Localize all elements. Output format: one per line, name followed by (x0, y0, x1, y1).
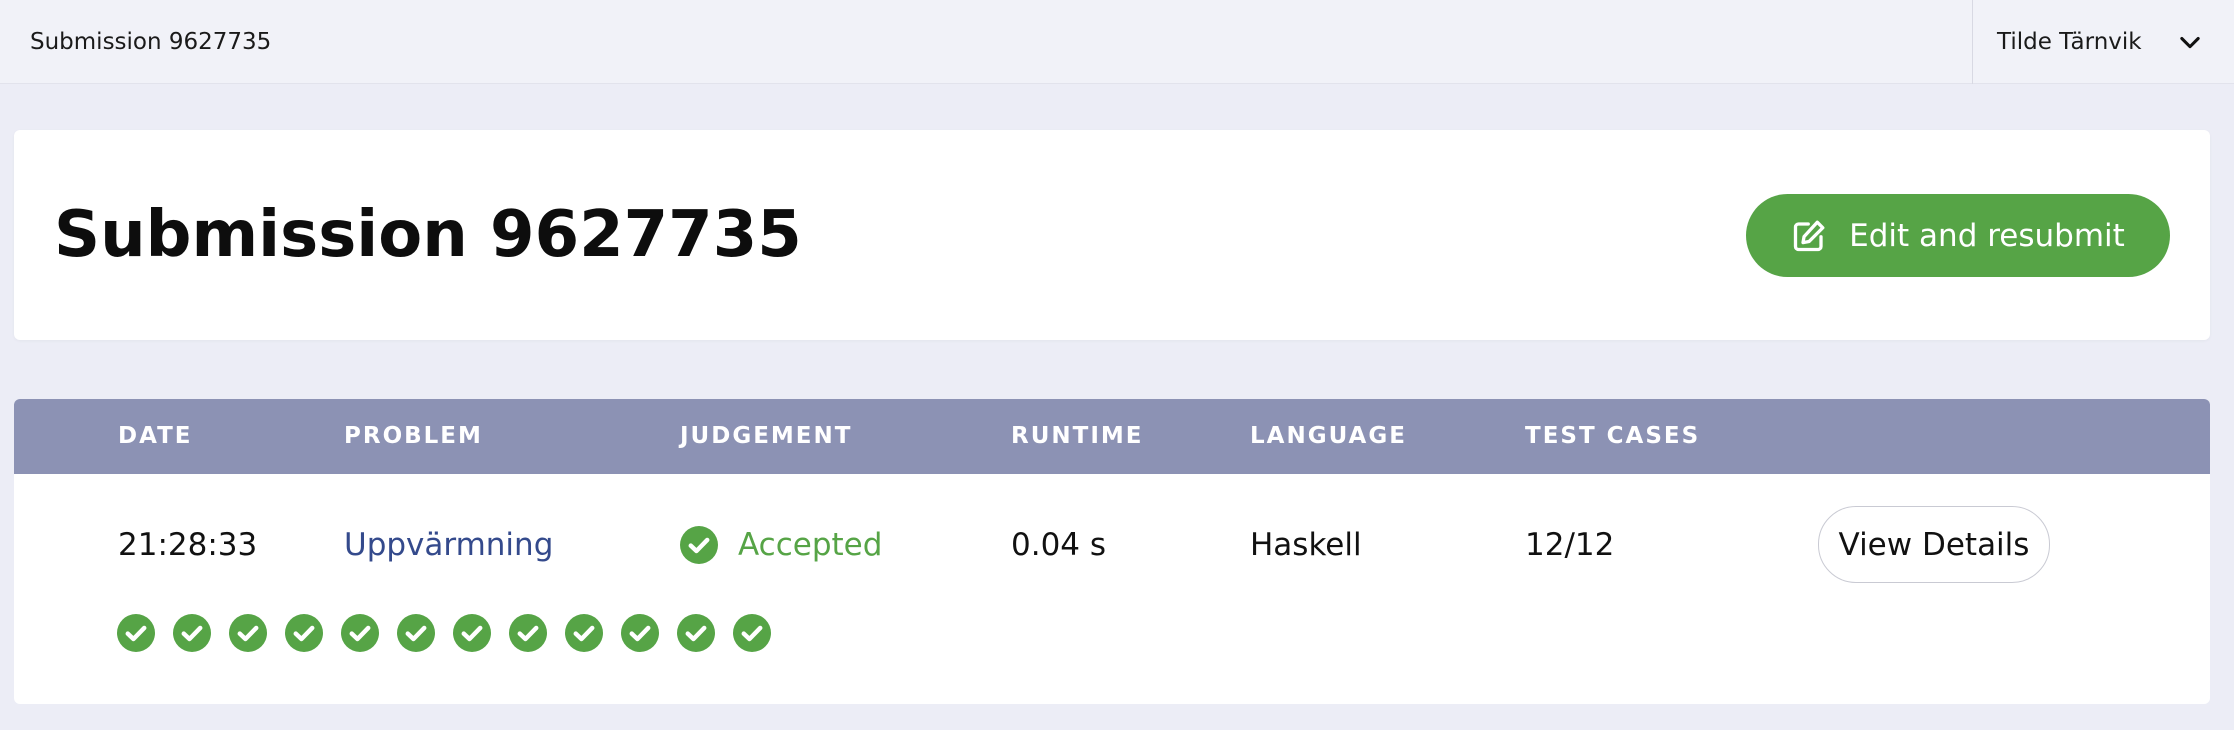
test-case-accepted-icon[interactable] (509, 614, 547, 652)
edit-and-resubmit-label: Edit and resubmit (1849, 217, 2125, 254)
test-case-results (117, 614, 771, 652)
column-header-runtime: RUNTIME (1011, 423, 1144, 449)
column-header-date: DATE (118, 423, 193, 449)
column-header-test-cases: TEST CASES (1525, 423, 1701, 449)
runtime-value: 0.04 s (1011, 527, 1107, 563)
submission-date: 21:28:33 (118, 527, 258, 563)
table-header: DATE PROBLEM JUDGEMENT RUNTIME LANGUAGE … (14, 399, 2210, 474)
test-case-accepted-icon[interactable] (341, 614, 379, 652)
submission-table: DATE PROBLEM JUDGEMENT RUNTIME LANGUAGE … (14, 399, 2210, 704)
top-bar: Submission 9627735 Tilde Tärnvik (0, 0, 2234, 84)
column-header-judgement: JUDGEMENT (680, 423, 853, 449)
user-name: Tilde Tärnvik (1997, 29, 2142, 55)
test-cases-value: 12/12 (1525, 527, 1615, 563)
language-value: Haskell (1250, 527, 1362, 563)
test-case-accepted-icon[interactable] (453, 614, 491, 652)
problem-link[interactable]: Uppvärmning (344, 527, 553, 563)
test-case-accepted-icon[interactable] (397, 614, 435, 652)
chevron-down-icon (2180, 36, 2200, 49)
test-case-accepted-icon[interactable] (733, 614, 771, 652)
column-header-language: LANGUAGE (1250, 423, 1407, 449)
page-title: Submission 9627735 (54, 198, 802, 272)
breadcrumb-title: Submission 9627735 (30, 29, 272, 55)
submission-header-card: Submission 9627735 Edit and resubmit (14, 130, 2210, 340)
user-menu[interactable]: Tilde Tärnvik (1972, 0, 2234, 84)
edit-and-resubmit-button[interactable]: Edit and resubmit (1746, 194, 2170, 277)
column-header-problem: PROBLEM (344, 423, 483, 449)
test-case-accepted-icon[interactable] (117, 614, 155, 652)
test-case-accepted-icon[interactable] (173, 614, 211, 652)
edit-icon (1794, 220, 1825, 251)
test-case-accepted-icon[interactable] (565, 614, 603, 652)
accepted-check-icon (680, 526, 718, 564)
test-case-accepted-icon[interactable] (285, 614, 323, 652)
test-case-accepted-icon[interactable] (621, 614, 659, 652)
test-case-accepted-icon[interactable] (677, 614, 715, 652)
test-case-accepted-icon[interactable] (229, 614, 267, 652)
view-details-button[interactable]: View Details (1818, 506, 2050, 583)
judgement-label: Accepted (738, 527, 883, 563)
judgement-status: Accepted (680, 525, 882, 565)
